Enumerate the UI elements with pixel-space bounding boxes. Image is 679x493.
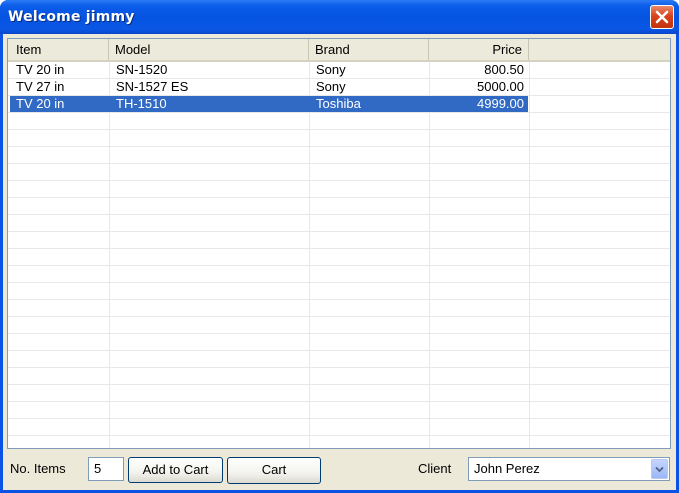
items-quantity-input[interactable]: 5 bbox=[88, 457, 124, 481]
table-row-empty bbox=[8, 317, 670, 334]
cell-price: 800.50 bbox=[484, 62, 524, 77]
table-row-empty bbox=[8, 351, 670, 368]
cell-item: TV 27 in bbox=[16, 79, 65, 94]
add-to-cart-button[interactable]: Add to Cart bbox=[128, 457, 223, 483]
dropdown-button[interactable] bbox=[651, 459, 668, 479]
table-row-empty bbox=[8, 113, 670, 130]
cell-model: TH-1510 bbox=[116, 96, 167, 111]
table-row-empty bbox=[8, 232, 670, 249]
cell-brand: Sony bbox=[316, 79, 346, 94]
table-row-empty bbox=[8, 130, 670, 147]
client-select-value: John Perez bbox=[474, 461, 540, 476]
table-row-empty bbox=[8, 147, 670, 164]
client-label: Client bbox=[418, 461, 452, 476]
close-icon bbox=[655, 10, 669, 24]
table-row-empty bbox=[8, 334, 670, 351]
table-row[interactable]: TV 20 in SN-1520 Sony 800.50 bbox=[8, 62, 670, 79]
cell-item: TV 20 in bbox=[16, 62, 65, 77]
cell-brand: Toshiba bbox=[316, 96, 361, 111]
cart-button[interactable]: Cart bbox=[227, 457, 321, 484]
table-row-empty bbox=[8, 249, 670, 266]
app-window: Welcome jimmy Item Model Brand Price TV … bbox=[0, 0, 679, 493]
table-row-empty bbox=[8, 181, 670, 198]
column-header-price[interactable]: Price bbox=[429, 39, 529, 60]
items-label: No. Items bbox=[10, 461, 66, 476]
cell-price: 4999.00 bbox=[477, 96, 524, 111]
table-row-empty bbox=[8, 402, 670, 419]
table-row[interactable]: TV 27 in SN-1527 ES Sony 5000.00 bbox=[8, 79, 670, 96]
table-row-empty bbox=[8, 198, 670, 215]
product-table[interactable]: Item Model Brand Price TV 20 in SN-1520 … bbox=[7, 38, 671, 449]
column-header-brand[interactable]: Brand bbox=[309, 39, 429, 60]
table-row-empty bbox=[8, 283, 670, 300]
column-header-item[interactable]: Item bbox=[10, 39, 109, 60]
table-row-empty bbox=[8, 385, 670, 402]
table-row-empty bbox=[8, 300, 670, 317]
table-row-selected[interactable]: TV 20 in TH-1510 Toshiba 4999.00 bbox=[8, 96, 670, 113]
client-area: Item Model Brand Price TV 20 in SN-1520 … bbox=[3, 34, 676, 490]
chevron-down-icon bbox=[655, 466, 664, 472]
table-row-empty bbox=[8, 266, 670, 283]
cell-model: SN-1520 bbox=[116, 62, 168, 77]
close-button[interactable] bbox=[650, 5, 674, 29]
client-select[interactable]: John Perez bbox=[468, 457, 670, 481]
table-row-empty bbox=[8, 368, 670, 385]
cell-item: TV 20 in bbox=[16, 96, 65, 111]
cell-price: 5000.00 bbox=[477, 79, 524, 94]
table-row-empty bbox=[8, 419, 670, 436]
table-row-empty bbox=[8, 436, 670, 448]
table-header: Item Model Brand Price bbox=[8, 39, 670, 62]
table-row-empty bbox=[8, 164, 670, 181]
window-title: Welcome jimmy bbox=[8, 9, 135, 25]
table-row-empty bbox=[8, 215, 670, 232]
bottom-toolbar: No. Items 5 Add to Cart Cart Client John… bbox=[3, 449, 676, 490]
title-bar[interactable]: Welcome jimmy bbox=[0, 0, 679, 34]
cell-model: SN-1527 ES bbox=[116, 79, 189, 94]
column-header-model[interactable]: Model bbox=[109, 39, 309, 60]
cell-brand: Sony bbox=[316, 62, 346, 77]
